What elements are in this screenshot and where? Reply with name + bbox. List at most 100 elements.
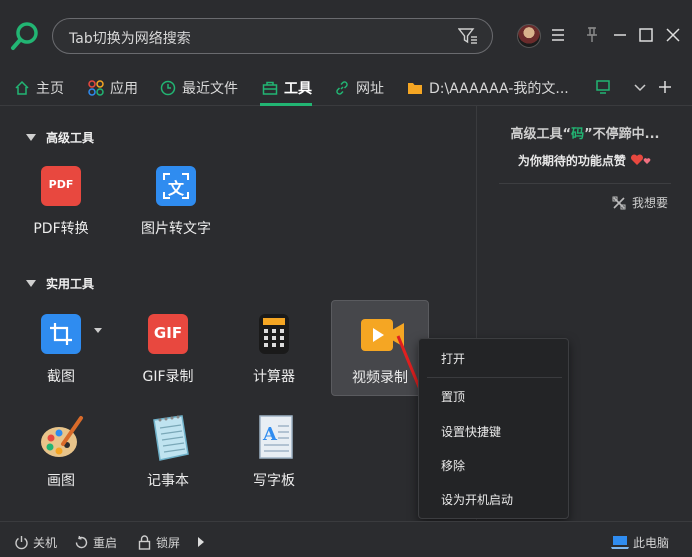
right-panel-title: 高级工具“码”不停蹄中... [477,123,692,142]
pdf-icon-text: PDF [48,178,74,191]
ocr-icon-text: 文 [167,179,184,198]
link-icon [336,81,348,95]
tab-recent-files-label: 最近文件 [182,81,238,97]
menu-separator [427,377,562,378]
restart-icon [75,535,88,549]
notepad-shape-icon [153,415,189,461]
context-menu: 打开 置顶 设置快捷键 移除 设为开机启动 [418,338,569,519]
section-practical-title: 实用工具 [46,277,95,291]
tab-urls[interactable]: 网址 [334,78,384,98]
tool-calculator[interactable]: 计算器 [225,300,323,396]
tab-folder[interactable]: D:\AAAAAA-我的文... [407,78,569,98]
subtitle-text: 为你期待的功能点赞 [517,154,626,168]
search-input[interactable]: Tab切换为网络搜索 [52,18,493,54]
tool-notepad[interactable]: 记事本 [119,404,217,500]
search-placeholder: Tab切换为网络搜索 [69,31,191,47]
tool-label: 图片转文字 [141,221,211,237]
clock-icon [160,80,176,96]
gif-icon-text: GIF [153,324,183,342]
want-it-label: 我想要 [632,196,669,210]
tool-wordpad[interactable]: A 写字板 [225,404,323,500]
menu-item-remove[interactable]: 移除 [441,457,465,474]
search-logo-icon[interactable] [10,20,40,52]
home-icon [15,80,29,95]
chevron-down-icon[interactable] [632,80,648,96]
calculator-icon [259,314,289,354]
tab-home-label: 主页 [36,81,64,97]
lock-icon [138,535,151,550]
tool-paint[interactable]: 画图 [12,404,110,500]
pin-icon[interactable] [582,25,602,45]
restart-label: 重启 [93,536,118,550]
power-icon [15,536,28,550]
tab-folder-label: D:\AAAAAA-我的文... [429,81,569,97]
tab-tools[interactable]: 工具 [262,78,312,98]
toolbox-icon [262,81,278,95]
tools-content: 高级工具 PDF PDF转换 文 图片转文字 实用工具 截图 GIF GIF录制… [0,106,476,520]
folder-icon [408,83,422,94]
gif-icon: GIF [148,314,188,354]
tab-tools-label: 工具 [284,81,312,97]
tab-recent-files[interactable]: 最近文件 [160,78,238,98]
lock-label: 锁屏 [156,536,181,550]
tool-label: GIF录制 [142,369,194,385]
pdf-icon: PDF [41,166,81,206]
tool-pdf-convert[interactable]: PDF PDF转换 [12,152,110,248]
collapse-triangle-icon [26,280,36,287]
shutdown-button[interactable]: 关机 [14,534,57,551]
dropdown-arrow-icon[interactable] [94,328,102,334]
notepad-icon [148,415,189,461]
menu-item-pin-top[interactable]: 置顶 [441,388,465,405]
section-advanced-title: 高级工具 [46,131,95,145]
lock-screen-button[interactable]: 锁屏 [137,534,180,551]
play-more-icon[interactable] [197,537,205,547]
hearts-icon [631,154,651,165]
status-bar: 关机 重启 锁屏 此电脑 [0,521,692,557]
want-it-button[interactable]: 我想要 [612,194,668,211]
crop-frame-icon [50,323,72,345]
section-practical-header[interactable]: 实用工具 [26,275,94,292]
palette-shape-icon [41,416,83,457]
this-pc-label: 此电脑 [633,536,670,550]
menu-item-open[interactable]: 打开 [441,350,465,367]
monitor-icon[interactable] [595,79,611,95]
wordpad-shape-icon: A [259,415,293,459]
menu-icon[interactable] [548,25,568,45]
maximize-icon[interactable] [636,25,656,45]
section-advanced-header[interactable]: 高级工具 [26,129,94,146]
tool-image-to-text[interactable]: 文 图片转文字 [127,152,225,248]
filter-icon[interactable] [458,27,478,45]
minimize-icon[interactable] [610,25,630,45]
tool-label: 记事本 [147,473,189,489]
title-bar: Tab切换为网络搜索 [0,0,692,70]
title-prefix: 高级工具“ [510,127,572,142]
svg-text:A: A [262,424,278,445]
ocr-icon: 文 [156,166,196,206]
tool-label: 计算器 [253,369,295,385]
tool-gif-record[interactable]: GIF GIF录制 [119,300,217,396]
wordpad-icon: A [254,415,294,459]
title-highlight: 码 [571,127,585,142]
tool-label: 画图 [47,473,75,489]
tool-label: PDF转换 [33,221,89,237]
menu-item-set-shortcut[interactable]: 设置快捷键 [441,423,501,440]
shutdown-label: 关机 [33,536,58,550]
this-pc-button[interactable]: 此电脑 [611,534,669,551]
tab-apps[interactable]: 应用 [88,78,138,98]
calculator-keys-icon [263,318,285,347]
close-icon[interactable] [663,25,683,45]
tab-urls-label: 网址 [356,81,384,97]
apps-icon [88,80,104,96]
divider [499,183,671,184]
tab-apps-label: 应用 [110,81,138,97]
tab-home[interactable]: 主页 [14,78,64,98]
restart-button[interactable]: 重启 [74,534,117,551]
tool-label: 截图 [47,369,75,385]
add-tab-icon[interactable] [657,79,673,95]
avatar[interactable] [517,24,541,48]
tool-screenshot[interactable]: 截图 [12,300,110,396]
menu-item-startup[interactable]: 设为开机启动 [441,491,513,508]
paint-palette-icon [41,416,83,458]
tab-bar: 主页 应用 最近文件 工具 网址 D:\AAAAAA-我的文... [0,70,692,106]
title-suffix: ”不停蹄中... [584,127,660,142]
